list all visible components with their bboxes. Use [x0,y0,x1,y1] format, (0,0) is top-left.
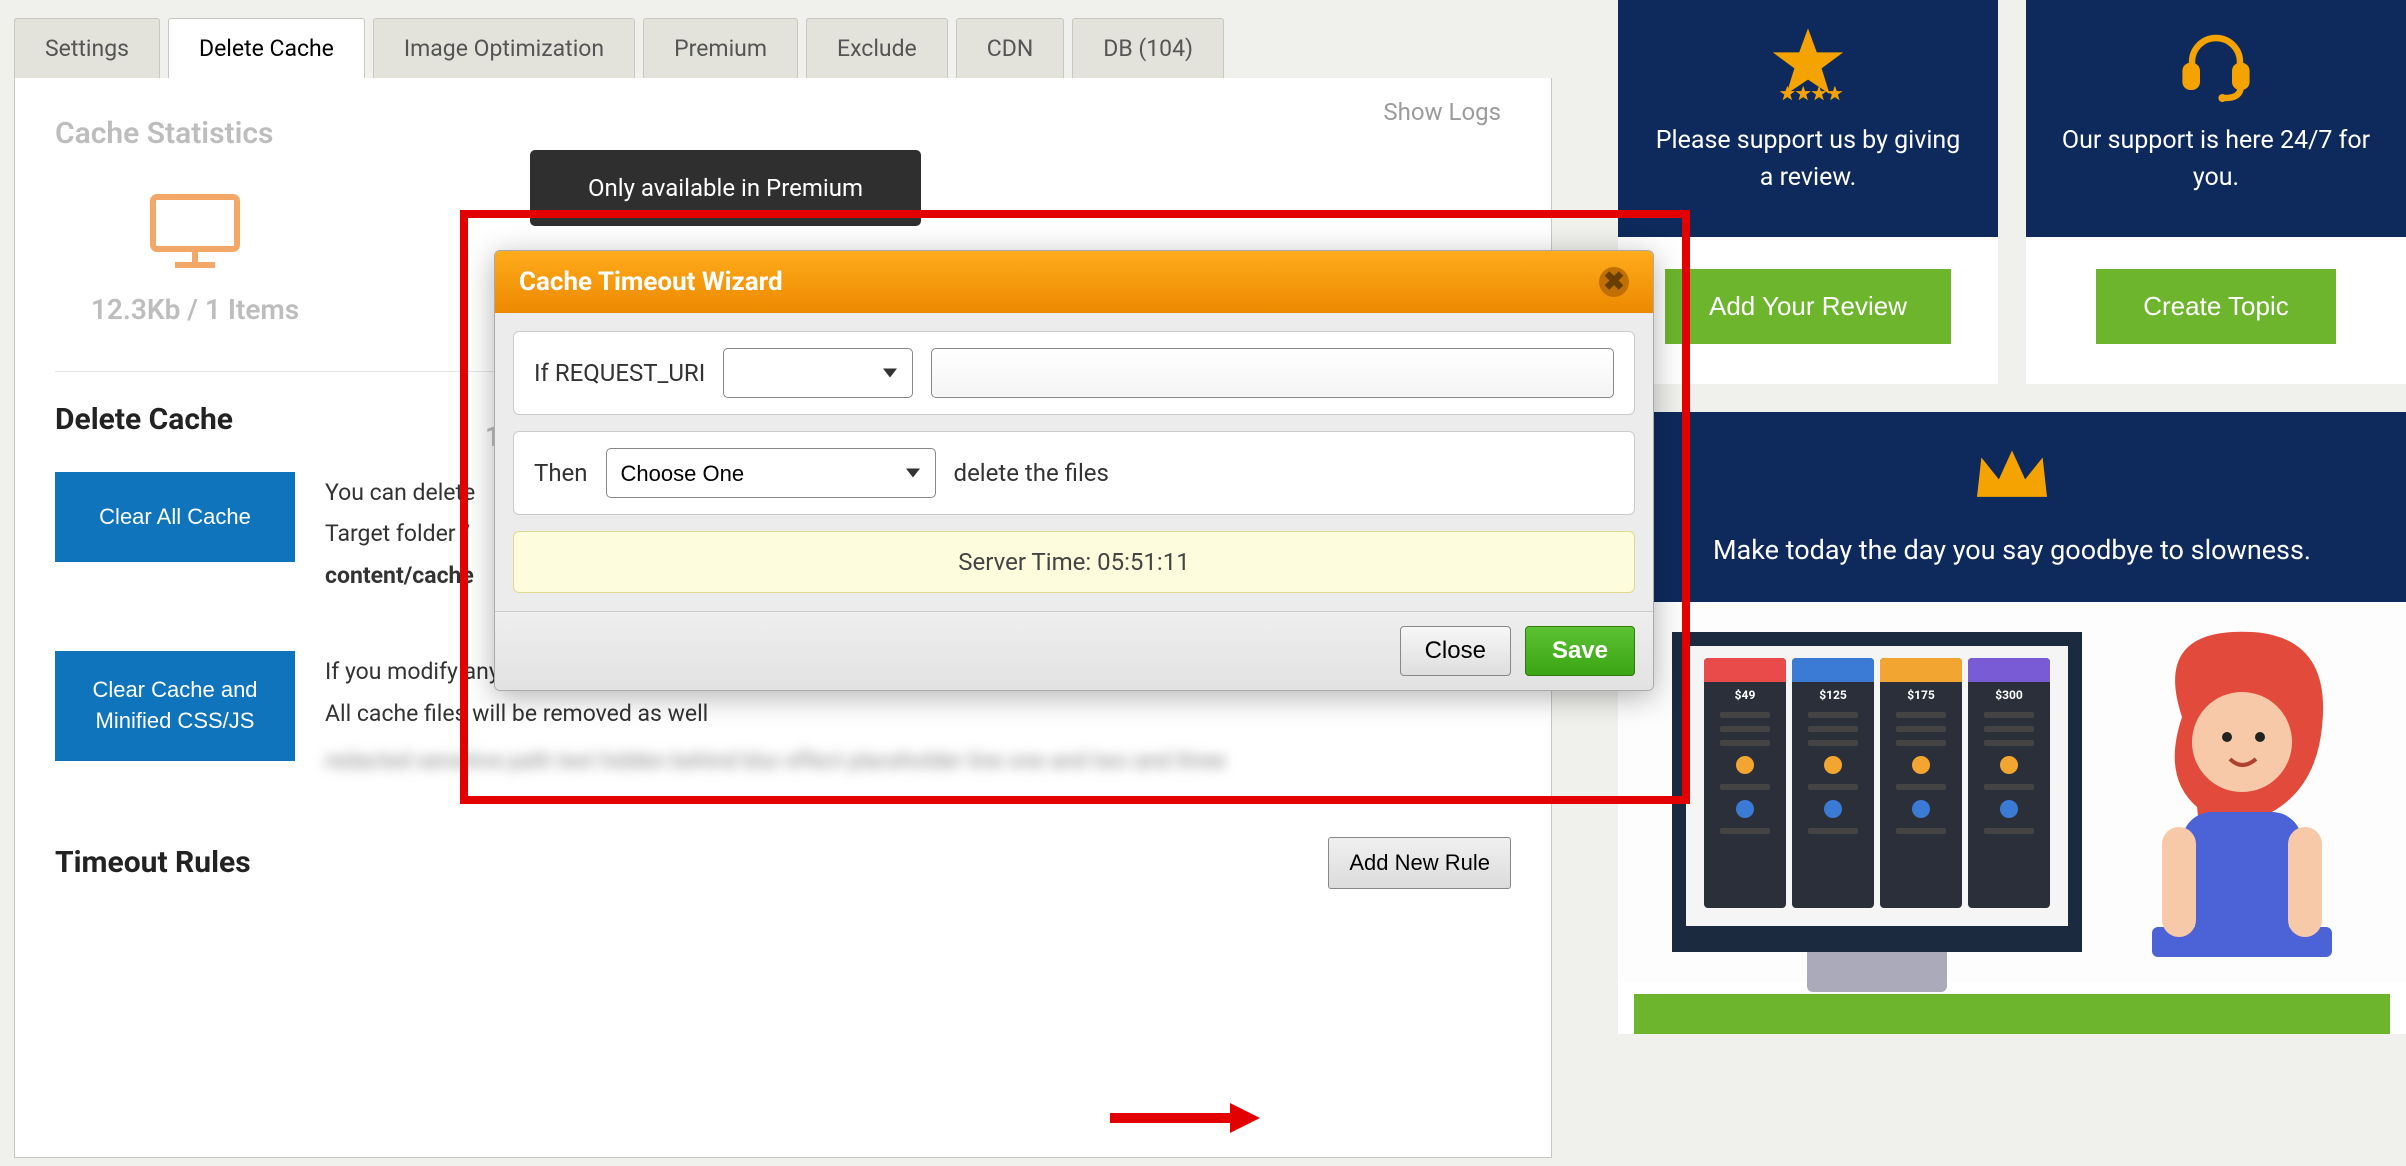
desktop-icon [55,191,335,275]
then-action-select[interactable]: Choose One [606,448,936,498]
star-icon [1648,22,1968,114]
clear-cache-minified-button[interactable]: Clear Cache and Minified CSS/JS [55,651,295,761]
plan-price: $300 [1995,682,2023,708]
then-rule-row: Then Choose One delete the files [513,431,1635,515]
person-illustration [2122,627,2352,957]
plan-price: $49 [1735,682,1756,708]
premium-card-top: Make today the day you say goodbye to sl… [1618,412,2406,602]
pricing-illustration: $49 $125 $175 $300 [1618,602,2406,982]
tab-cdn[interactable]: CDN [956,18,1064,78]
plan-price: $175 [1907,682,1935,708]
modal-close-button[interactable]: Close [1400,626,1511,676]
text-bold: content/cache [325,562,474,589]
text: You can delete [325,479,475,506]
tab-bar: Settings Delete Cache Image Optimization… [14,20,1552,78]
support-card: Our support is here 24/7 for you. Create… [2026,0,2406,384]
stat-desktop-value: 12.3Kb / 1 Items [55,293,335,326]
timeout-rules-row: Timeout Rules Add New Rule [55,837,1511,889]
tab-exclude[interactable]: Exclude [806,18,948,78]
headset-icon [2056,22,2376,114]
then-label: Then [534,459,588,487]
promo-row: Please support us by giving a review. Ad… [1618,0,2406,384]
clear-all-cache-button[interactable]: Clear All Cache [55,472,295,562]
review-message: Please support us by giving a review. [1648,122,1968,197]
plan-price: $125 [1819,682,1847,708]
timeout-rules-title: Timeout Rules [55,845,251,880]
modal-body: If REQUEST_URI Then Choose One delete th… [495,313,1653,611]
text-bold: / [461,520,470,547]
if-rule-row: If REQUEST_URI [513,331,1635,415]
modal-save-button[interactable]: Save [1525,626,1635,676]
tab-settings[interactable]: Settings [14,18,160,78]
premium-tooltip: Only available in Premium [530,150,921,226]
tab-premium[interactable]: Premium [643,18,798,78]
stat-desktop: 12.3Kb / 1 Items [55,191,335,326]
pricing-monitor: $49 $125 $175 $300 [1672,632,2082,952]
if-value-input[interactable] [931,348,1614,398]
if-condition-select[interactable] [723,348,913,398]
if-label: If REQUEST_URI [534,359,705,387]
modal-close-icon[interactable]: ✖ [1599,267,1629,297]
review-card-top: Please support us by giving a review. [1618,0,1998,237]
tab-image-optimization[interactable]: Image Optimization [373,18,635,78]
server-time: Server Time: 05:51:11 [513,531,1635,593]
tab-db[interactable]: DB (104) [1072,18,1224,78]
modal-footer: Close Save [495,611,1653,690]
support-card-top: Our support is here 24/7 for you. [2026,0,2406,237]
text: All cache files will be removed as well [325,700,708,727]
blurred-paths: redacted sensitive path text hidden behi… [325,742,1511,782]
tab-delete-cache[interactable]: Delete Cache [168,18,365,78]
create-topic-button[interactable]: Create Topic [2096,269,2336,344]
modal-header: Cache Timeout Wizard ✖ [495,251,1653,313]
text: Target folder [325,520,461,547]
delete-files-label: delete the files [954,459,1109,487]
crown-icon [1658,440,2366,514]
modal-title: Cache Timeout Wizard [519,267,783,297]
premium-cta-bar[interactable] [1634,994,2390,1034]
sidebar: Please support us by giving a review. Ad… [1618,0,2406,1034]
cache-statistics-title: Cache Statistics [55,116,1511,151]
show-logs-link[interactable]: Show Logs [1383,98,1501,126]
support-message: Our support is here 24/7 for you. [2056,122,2376,197]
add-new-rule-button[interactable]: Add New Rule [1328,837,1511,889]
cache-timeout-wizard-modal: Cache Timeout Wizard ✖ If REQUEST_URI Th… [494,250,1654,691]
premium-card: Make today the day you say goodbye to sl… [1618,412,2406,1034]
review-card: Please support us by giving a review. Ad… [1618,0,1998,384]
add-review-button[interactable]: Add Your Review [1665,269,1951,344]
premium-message: Make today the day you say goodbye to sl… [1658,534,2366,566]
